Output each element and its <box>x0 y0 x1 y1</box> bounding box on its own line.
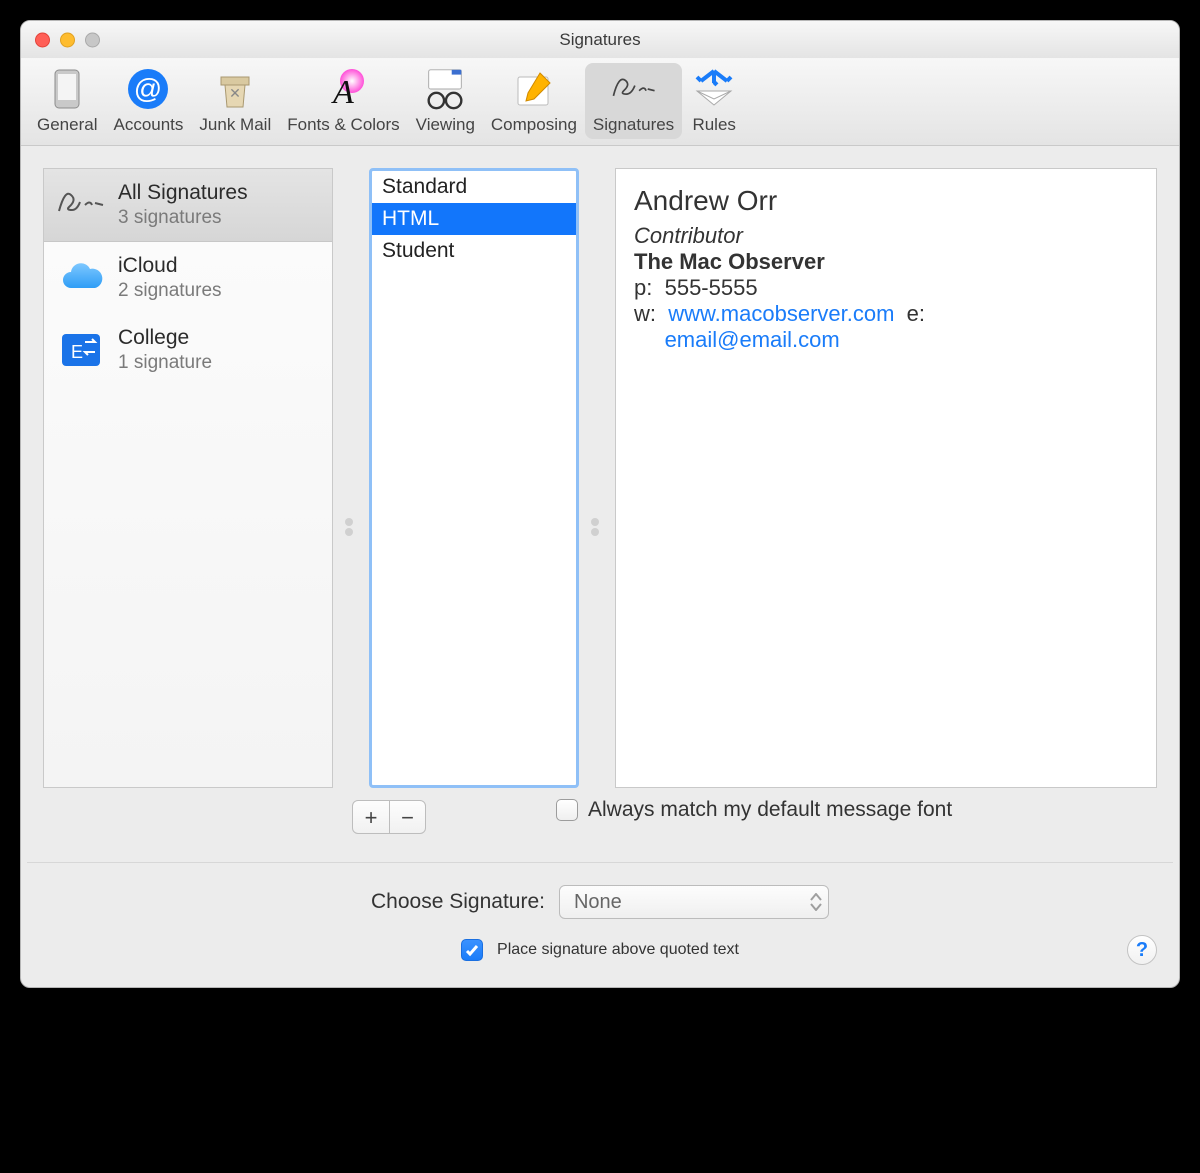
minimize-icon[interactable] <box>60 32 75 47</box>
add-signature-button[interactable]: + <box>353 801 389 834</box>
tab-rules[interactable]: Rules <box>682 63 746 139</box>
account-subtitle: 2 signatures <box>118 279 222 303</box>
sig-name: Andrew Orr <box>634 185 1138 217</box>
zoom-icon <box>85 32 100 47</box>
footer: Choose Signature: None Place signature a… <box>21 863 1179 987</box>
match-font-checkbox[interactable] <box>556 799 578 821</box>
sig-web: w: www.macobserver.com e: <box>634 301 1138 327</box>
account-title: College <box>118 325 212 351</box>
sig-role: Contributor <box>634 223 1138 249</box>
tab-viewing-label: Viewing <box>416 115 475 135</box>
close-icon[interactable] <box>35 32 50 47</box>
signature-icon <box>610 65 658 113</box>
signatures-content: All Signatures 3 signatures iCloud 2 sig… <box>21 146 1179 800</box>
account-title: iCloud <box>118 253 222 279</box>
resize-handle-icon[interactable] <box>345 518 358 536</box>
exchange-icon: E <box>54 324 108 376</box>
svg-text:✕: ✕ <box>229 85 241 101</box>
tab-composing[interactable]: Composing <box>483 63 585 139</box>
tab-junk-mail[interactable]: ✕ Junk Mail <box>191 63 279 139</box>
svg-text:E: E <box>71 342 83 362</box>
sig-email: email@email.com <box>634 327 1138 353</box>
phone-icon <box>43 65 91 113</box>
signature-item-standard[interactable]: Standard <box>372 171 576 203</box>
match-font-row: Always match my default message font <box>556 798 952 822</box>
traffic-lights <box>35 32 100 47</box>
glasses-icon <box>421 65 469 113</box>
add-remove-group: + − <box>352 800 426 834</box>
svg-text:@: @ <box>134 73 162 104</box>
account-subtitle: 3 signatures <box>118 206 248 230</box>
choose-signature-select[interactable]: None <box>559 885 829 919</box>
tab-viewing[interactable]: Viewing <box>408 63 483 139</box>
account-row-all[interactable]: All Signatures 3 signatures <box>44 169 332 242</box>
below-row: + − Always match my default message font <box>21 800 1179 834</box>
account-row-college[interactable]: E College 1 signature <box>44 314 332 386</box>
tab-fontscolors-label: Fonts & Colors <box>287 115 399 135</box>
signatures-list: Standard HTML Student <box>369 168 579 788</box>
tab-accounts[interactable]: @ Accounts <box>105 63 191 139</box>
tab-signatures-label: Signatures <box>593 115 674 135</box>
choose-signature-row: Choose Signature: None <box>49 885 1151 919</box>
accounts-pane: All Signatures 3 signatures iCloud 2 sig… <box>43 168 333 788</box>
at-icon: @ <box>124 65 172 113</box>
sig-icon <box>54 179 108 231</box>
cloud-icon <box>54 252 108 304</box>
fonts-colors-icon: A <box>319 65 367 113</box>
signature-item-student[interactable]: Student <box>372 235 576 267</box>
preferences-toolbar: General @ Accounts ✕ Junk Mail A Fonts & <box>21 59 1179 146</box>
account-title: All Signatures <box>118 180 248 206</box>
remove-signature-button[interactable]: − <box>389 801 425 834</box>
sig-phone: p: 555-5555 <box>634 275 1138 301</box>
tab-signatures[interactable]: Signatures <box>585 63 682 139</box>
sig-web-link[interactable]: www.macobserver.com <box>668 301 894 326</box>
place-above-checkbox[interactable] <box>461 939 483 961</box>
choose-signature-label: Choose Signature: <box>371 890 545 914</box>
preferences-window: Signatures General @ Accounts ✕ Junk Mai… <box>20 20 1180 988</box>
account-subtitle: 1 signature <box>118 351 212 375</box>
choose-signature-value: None <box>574 891 622 914</box>
tab-rules-label: Rules <box>692 115 735 135</box>
help-button[interactable]: ? <box>1127 935 1157 965</box>
signature-preview[interactable]: Andrew Orr Contributor The Mac Observer … <box>615 168 1157 788</box>
sig-email-link[interactable]: email@email.com <box>665 327 840 352</box>
signature-item-html[interactable]: HTML <box>372 203 576 235</box>
titlebar: Signatures <box>21 21 1179 59</box>
sig-org: The Mac Observer <box>634 249 1138 275</box>
place-above-row: Place signature above quoted text <box>49 939 1151 961</box>
trash-icon: ✕ <box>211 65 259 113</box>
account-row-icloud[interactable]: iCloud 2 signatures <box>44 242 332 314</box>
window-title: Signatures <box>559 30 640 50</box>
resize-handle-icon[interactable] <box>591 518 604 536</box>
tab-accounts-label: Accounts <box>113 115 183 135</box>
tab-general-label: General <box>37 115 97 135</box>
chevron-updown-icon <box>810 893 822 911</box>
tab-composing-label: Composing <box>491 115 577 135</box>
tab-fonts-colors[interactable]: A Fonts & Colors <box>279 63 407 139</box>
rules-icon <box>690 65 738 113</box>
tab-junkmail-label: Junk Mail <box>199 115 271 135</box>
place-above-label: Place signature above quoted text <box>497 941 739 959</box>
pencil-icon <box>510 65 558 113</box>
match-font-label: Always match my default message font <box>588 798 952 822</box>
tab-general[interactable]: General <box>29 63 105 139</box>
svg-text:A: A <box>331 74 354 111</box>
